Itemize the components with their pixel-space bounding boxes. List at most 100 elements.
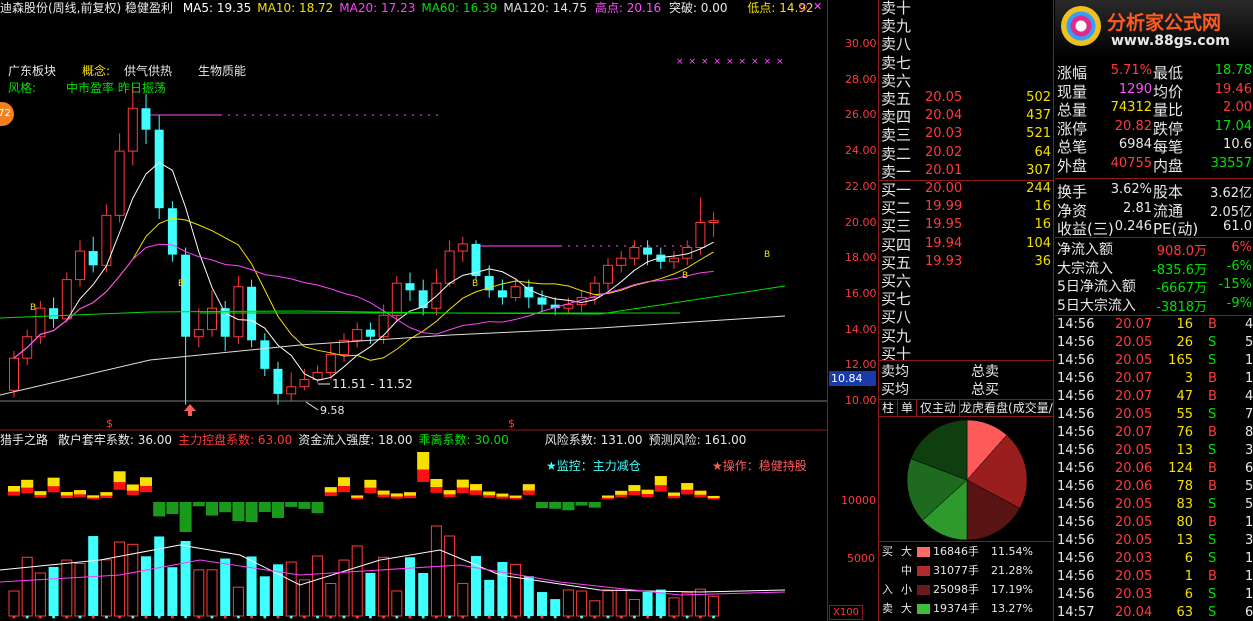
tick-price: 20.05 <box>1115 515 1153 530</box>
flow-label: 净流入额 <box>1057 242 1113 258</box>
volume-bar <box>127 543 139 617</box>
unit-text: X100 <box>833 607 859 618</box>
tick-price: 20.07 <box>1115 371 1153 386</box>
candle-body <box>708 220 719 223</box>
flow-swatch <box>917 566 930 576</box>
volume-bar <box>21 556 33 617</box>
flow-volume: 25098手 <box>933 583 979 596</box>
tab-1[interactable]: 单 <box>898 400 918 416</box>
book-price[interactable]: 20.02 <box>925 145 962 160</box>
tick-side: B <box>1208 389 1217 404</box>
volume-bar <box>457 582 469 617</box>
tab-0[interactable]: 柱 <box>879 400 899 416</box>
price-axis-label: 18.00 <box>845 251 877 265</box>
tab-2[interactable]: 仅主动 <box>917 400 961 416</box>
flow-legend-row: 卖大 19374手 13.27% <box>879 599 1053 618</box>
candle-body <box>101 214 112 266</box>
price-axis-label: 10.00 <box>845 394 877 407</box>
book-volume: 521 <box>1026 126 1051 142</box>
candle-body <box>471 243 481 277</box>
indicator-bar-green <box>179 502 192 532</box>
chart-area[interactable]: 迪森股份(周线,前复权) 稳健盈利 MA5: 19.35 MA10: 18.72 M… <box>0 0 828 621</box>
volume-dot <box>646 615 650 619</box>
book-volume: 437 <box>1026 108 1051 124</box>
indicator-bar-green <box>536 502 548 509</box>
book-price[interactable]: 20.01 <box>925 163 962 178</box>
volume-ma-line <box>0 544 786 593</box>
volume-bar <box>405 557 415 616</box>
price-axis-label: 14.00 <box>845 322 877 336</box>
book-price[interactable]: 20.03 <box>925 126 962 141</box>
volume-bar <box>114 541 126 617</box>
tab-3[interactable]: 龙虎看盘(成交量/笔 <box>960 400 1053 416</box>
book-price[interactable]: 20.00 <box>925 181 962 196</box>
indicator-bar-green <box>588 502 601 508</box>
operation-label: ★操作：稳健持股 <box>712 459 807 473</box>
indicator-bar-yellow <box>681 483 694 490</box>
flow-value: -835.6万 <box>1152 262 1207 278</box>
tick-price: 20.05 <box>1115 335 1153 350</box>
flow-pct: -6% <box>1226 258 1252 274</box>
book-price[interactable]: 20.05 <box>925 90 962 105</box>
volume-bar <box>232 586 244 617</box>
flow-size: 大 <box>901 602 912 615</box>
candle-body <box>181 254 191 337</box>
logo: 分析家公式网 www.88gs.com <box>1055 0 1253 58</box>
tick-count: 1 <box>1245 371 1253 386</box>
tick-count: 1 <box>1245 551 1253 566</box>
candle-body <box>49 308 59 319</box>
indicator-bar-yellow <box>694 490 707 495</box>
book-price[interactable]: 19.94 <box>925 236 962 251</box>
volume-bar <box>523 576 534 616</box>
book-price[interactable]: 19.99 <box>925 199 962 214</box>
volume-dot <box>500 615 504 619</box>
book-price[interactable]: 19.93 <box>925 254 962 269</box>
indicator-bar-yellow <box>668 492 680 496</box>
indicator-bar-yellow <box>338 477 350 486</box>
chart-close-icon[interactable]: ✕ <box>813 0 822 13</box>
flow-swatch <box>917 604 930 614</box>
tick-side: B <box>1208 461 1217 476</box>
volume-dot <box>157 615 161 619</box>
candle-body <box>141 108 151 130</box>
flow-swatch <box>917 585 930 595</box>
flow-value: 908.0万 <box>1156 244 1207 259</box>
candle-body <box>193 329 204 338</box>
indicator-bar-yellow <box>417 452 430 470</box>
ma-line <box>13 243 714 359</box>
volume-ma-line <box>0 559 786 596</box>
volume-bar <box>285 561 297 617</box>
flow-label: 大宗流入 <box>1057 260 1113 277</box>
chart-settings-icon[interactable]: ◇ <box>799 0 807 13</box>
book-price[interactable]: 19.95 <box>925 217 962 232</box>
candle-body <box>550 304 560 309</box>
flow-label: 5日净流入额 <box>1057 279 1136 295</box>
indicator-bar-green <box>298 502 311 509</box>
side-badge[interactable]: 72 <box>0 102 14 126</box>
indicator-bar-red <box>351 495 364 500</box>
buy-arrow-icon <box>184 404 196 416</box>
signal-x-mark: × <box>701 57 709 67</box>
tick-volume: 76 <box>1176 425 1193 440</box>
tick-volume: 3 <box>1184 371 1193 386</box>
candle-body <box>524 286 534 298</box>
volume-dot <box>606 615 610 619</box>
vol-axis-5000: 5000 <box>847 552 875 565</box>
book-price[interactable]: 20.04 <box>925 108 962 123</box>
annotation-low: 9.58 <box>320 404 345 417</box>
candle-body <box>75 250 85 281</box>
volume-bar <box>576 590 588 617</box>
tick-side: B <box>1208 515 1217 530</box>
indicator-bar-yellow <box>483 491 496 496</box>
current-price: 10.84 <box>831 372 863 385</box>
indicator-bar-red <box>707 495 720 500</box>
volume-dot <box>487 615 491 619</box>
candle-body <box>444 250 455 284</box>
tick-side: S <box>1208 533 1217 548</box>
chart-header: 迪森股份(周线,前复权) 稳健盈利 MA5: 19.35 MA10: 18.72 M… <box>0 0 814 16</box>
volume-dot <box>382 615 386 619</box>
volume-dot <box>434 615 438 619</box>
quote-value: 17.04 <box>1214 118 1252 134</box>
indicator-bar-yellow <box>390 493 403 497</box>
candle-body <box>643 247 653 255</box>
